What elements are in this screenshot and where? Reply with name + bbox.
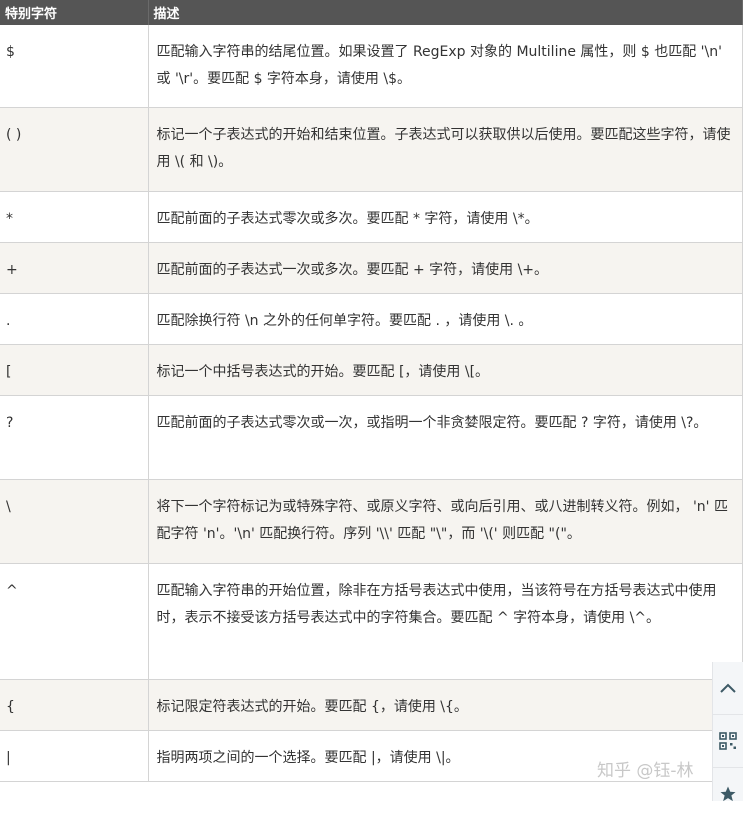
table-row: \ 将下一个字符标记为或特殊字符、或原义字符、或向后引用、或八进制转义符。例如，… [0,479,743,564]
row-description: 匹配除换行符 \n 之外的任何单字符。要匹配 . ，请使用 \. 。 [148,293,743,345]
table-header-row: 特别字符 描述 [0,0,743,25]
qr-code-button[interactable] [713,714,743,767]
row-description: 匹配输入字符串的结尾位置。如果设置了 RegExp 对象的 Multiline … [148,25,743,108]
row-description: 标记限定符表达式的开始。要匹配 {，请使用 \{。 [148,679,743,731]
qr-code-icon [719,732,737,750]
side-action-bar [712,662,743,802]
row-description: 将下一个字符标记为或特殊字符、或原义字符、或向后引用、或八进制转义符。例如， '… [148,479,743,564]
row-symbol: ( ) [0,107,149,192]
row-description: 标记一个中括号表达式的开始。要匹配 [，请使用 \[。 [148,344,743,396]
back-to-top-button[interactable] [713,662,743,714]
star-icon [720,786,736,802]
chevron-up-icon [720,683,736,693]
table-row: { 标记限定符表达式的开始。要匹配 {，请使用 \{。 [0,679,743,731]
row-description: 标记一个子表达式的开始和结束位置。子表达式可以获取供以后使用。要匹配这些字符，请… [148,107,743,192]
row-symbol: [ [0,344,149,396]
table-row: ^ 匹配输入字符串的开始位置，除非在方括号表达式中使用，当该符号在方括号表达式中… [0,563,743,680]
table-row: [ 标记一个中括号表达式的开始。要匹配 [，请使用 \[。 [0,344,743,396]
zhihu-watermark: 知乎 @钰-林 [597,761,694,781]
row-description: 匹配前面的子表达式零次或多次。要匹配 * 字符，请使用 \*。 [148,191,743,243]
row-description: 匹配前面的子表达式一次或多次。要匹配 + 字符，请使用 \+。 [148,242,743,294]
row-symbol: \ [0,479,149,564]
row-symbol: . [0,293,149,345]
header-symbol: 特别字符 [0,0,149,25]
table-row: * 匹配前面的子表达式零次或多次。要匹配 * 字符，请使用 \*。 [0,191,743,243]
favorite-button[interactable] [713,767,743,820]
row-symbol: + [0,242,149,294]
row-symbol: | [0,730,149,782]
table-row: + 匹配前面的子表达式一次或多次。要匹配 + 字符，请使用 \+。 [0,242,743,294]
row-symbol: * [0,191,149,243]
table-row: ( ) 标记一个子表达式的开始和结束位置。子表达式可以获取供以后使用。要匹配这些… [0,107,743,192]
row-description: 匹配输入字符串的开始位置，除非在方括号表达式中使用，当该符号在方括号表达式中使用… [148,563,743,680]
row-symbol: ? [0,395,149,480]
table-row: . 匹配除换行符 \n 之外的任何单字符。要匹配 . ，请使用 \. 。 [0,293,743,345]
row-symbol: $ [0,25,149,108]
table-row: ? 匹配前面的子表达式零次或一次，或指明一个非贪婪限定符。要匹配 ? 字符，请使… [0,395,743,480]
table-row: $ 匹配输入字符串的结尾位置。如果设置了 RegExp 对象的 Multilin… [0,25,743,108]
row-symbol: ^ [0,563,149,680]
header-description: 描述 [148,0,743,25]
row-description: 匹配前面的子表达式零次或一次，或指明一个非贪婪限定符。要匹配 ? 字符，请使用 … [148,395,743,480]
special-characters-table: 特别字符 描述 $ 匹配输入字符串的结尾位置。如果设置了 RegExp 对象的 … [0,0,743,782]
row-symbol: { [0,679,149,731]
